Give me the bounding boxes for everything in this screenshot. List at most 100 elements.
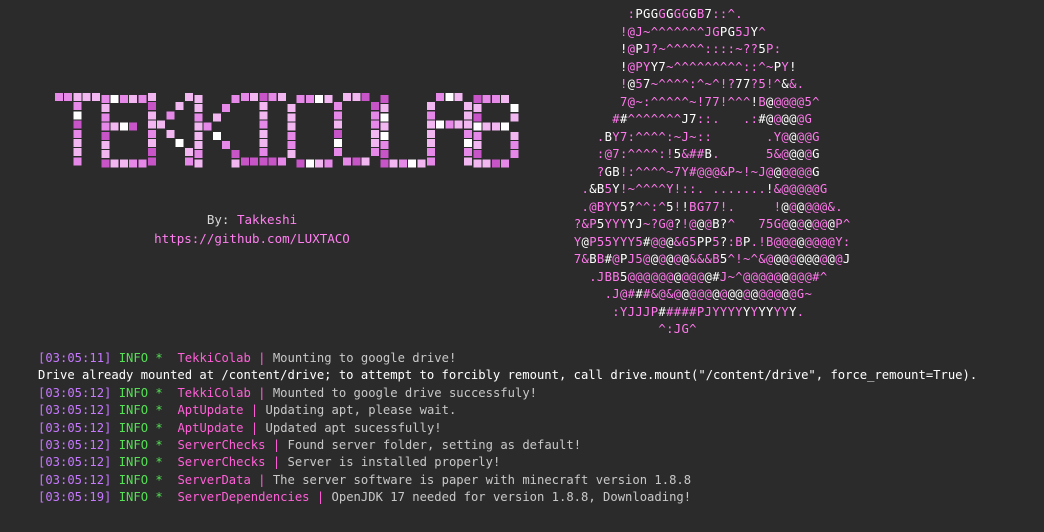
logo-pixel [222,141,230,149]
log-line: [03:05:11] INFO * TekkiColab | Mounting … [38,350,977,367]
logo-pixel [129,95,137,103]
log-separator: | [251,421,258,435]
logo-pixel [176,139,184,147]
ascii-art-line: .J@###&@&@@@@@@@@@@@@@@@@G~ [520,286,851,304]
logo-pixel [427,148,435,156]
logo-pixel [73,130,81,138]
logo-pixel [343,157,351,165]
log-separator: | [258,473,265,487]
ascii-art-line: :@7:^^^^:!5&##B. 5&@@@@G [520,146,851,164]
logo-pixel [120,159,128,167]
logo-pixel [73,121,81,129]
logo-pixel [185,93,193,101]
logo-pixel [269,93,277,101]
log-source: TekkiColab [177,386,250,400]
ascii-art-line: !@PJ?~^^^^^::::~??5P: [520,41,851,59]
logo-pixel [464,130,472,138]
log-timestamp: [03:05:11] [38,351,111,365]
logo-pixel [195,113,203,121]
logo-pixel [288,104,296,112]
log-message: Updated apt sucessfully! [266,421,442,435]
logo-pixel [492,95,500,103]
logo-pixel [501,95,509,103]
logo-pixel [148,130,156,138]
logo-pixel [324,159,332,167]
logo-pixel [288,123,296,131]
logo-pixel [474,113,482,121]
logo-pixel [315,95,323,103]
log-source: ServerChecks [177,455,265,469]
terminal-output: By: Takkeshi https://github.com/LUXTACO … [0,0,1044,532]
logo-pixel [474,132,482,140]
logo-pixel [474,141,482,149]
logo-pixel [129,159,137,167]
log-level: INFO * [119,455,163,469]
logo-pixel [483,123,491,131]
logo-pixel [288,132,296,140]
logo-pixel [362,157,370,165]
logo-pixel [231,159,239,167]
drive-notice: Drive already mounted at /content/drive;… [38,367,977,384]
log-message: Found server folder, setting as default! [288,438,582,452]
logo-pixel [102,159,110,167]
logo-pixel [102,150,110,158]
logo-pixel [259,121,267,129]
log-line: [03:05:12] INFO * AptUpdate | Updated ap… [38,420,977,437]
log-separator: | [258,351,265,365]
logo-pixel [213,113,221,121]
logo-pixel [83,93,91,101]
log-separator: | [273,438,280,452]
logo-pixel [73,157,81,165]
log-message: The server software is paper with minecr… [273,473,691,487]
logo-pixel [297,95,305,103]
log-level: INFO * [119,403,163,417]
logo-pixel [371,139,379,147]
ascii-art-line: :YJJJP#####PJYYYYYYYYYYY. [520,304,851,322]
ascii-art-line: .@BYY5?^^:^5!!BG77!. !@@@@@@&. [520,199,851,217]
ascii-art-line: .BY7:^^^^:~J~:: .Y@@@@G [520,129,851,147]
logo-pixel [195,159,203,167]
logo-pixel [259,111,267,119]
logo-pixel [334,121,342,129]
logo-pixel [102,141,110,149]
logo-pixel [381,123,389,131]
logo-pixel [362,93,370,101]
logo-pixel [390,159,398,167]
logo-pixel [195,104,203,112]
logo-pixel [288,150,296,158]
logo-pixel [455,121,463,129]
logo-pixel [195,141,203,149]
log-separator: | [273,455,280,469]
logo-pixel [73,111,81,119]
logo-pixel [278,157,286,165]
logo-pixel [371,130,379,138]
logo-pixel [501,159,509,167]
logo-pixel [306,95,314,103]
logo-pixel [259,148,267,156]
logo-pixel [399,159,407,167]
logo-pixel [334,102,342,110]
logo-pixel [306,159,314,167]
logo-pixel [501,123,509,131]
logo-pixel [445,93,453,101]
author-byline: By: Takkeshi [0,211,504,228]
logo-pixel [427,111,435,119]
log-timestamp: [03:05:19] [38,490,111,504]
logo-pixel [259,93,267,101]
logo-pixel [427,130,435,138]
author-name: Takkeshi [237,212,297,227]
logo-pixel [73,102,81,110]
log-separator: | [258,386,265,400]
logo-pixel [381,141,389,149]
log-line: [03:05:12] INFO * ServerChecks | Server … [38,454,977,471]
logo-pixel [510,132,518,140]
logo-pixel [371,102,379,110]
logo-pixel [288,141,296,149]
logo-pixel [510,141,518,149]
log-level: INFO * [119,490,163,504]
logo-pixel [250,157,258,165]
logo-pixel [55,93,63,101]
tekkicolab-pixel-logo [55,93,520,203]
github-link[interactable]: https://github.com/LUXTACO [0,230,504,247]
logo-pixel [111,159,119,167]
